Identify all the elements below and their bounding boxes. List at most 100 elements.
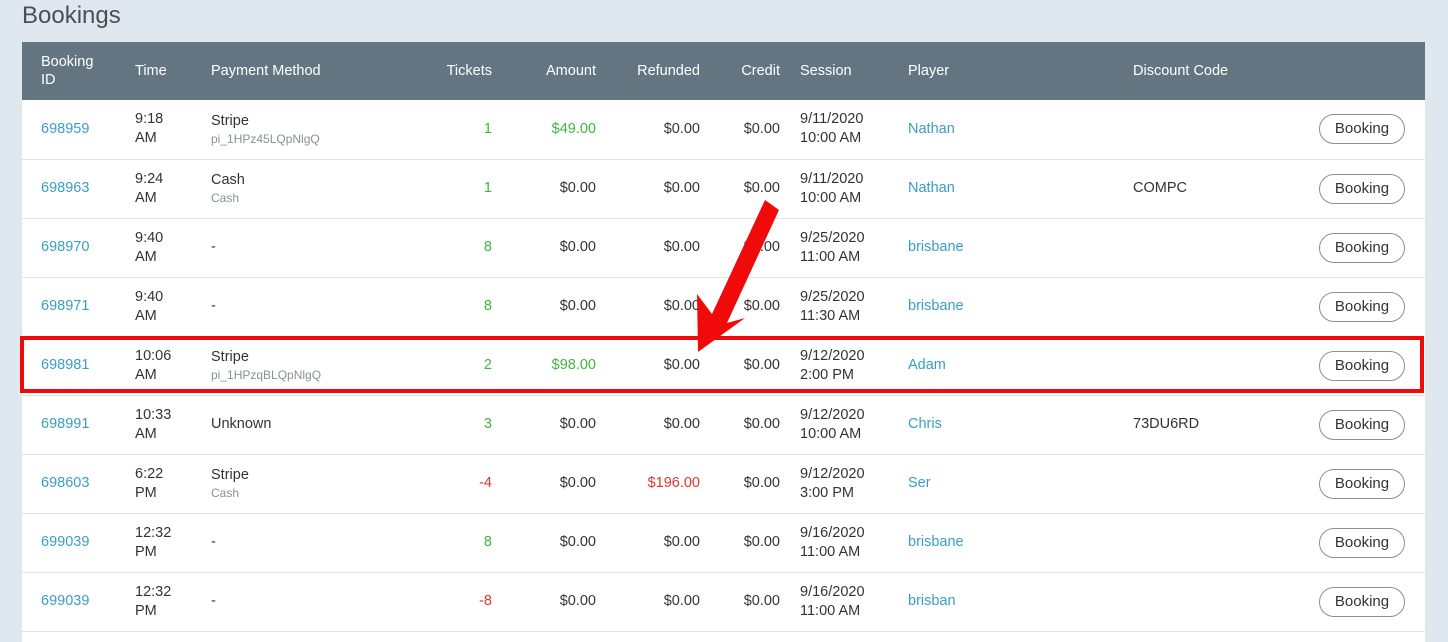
payment-method-detail: pi_1HPzqBLQpNlgQ — [211, 368, 322, 382]
bookings-table-container: Booking ID Time Payment Method Tickets A… — [22, 42, 1425, 642]
refunded-value: $0.00 — [663, 298, 700, 314]
booking-time: 12:32 PM — [135, 524, 172, 560]
booking-time: 9:18 AM — [135, 111, 164, 147]
header-player[interactable]: Player — [887, 42, 1117, 100]
table-row: 698971 9:40 AM - 8 $0.00 $0.00 $0.00 9/25… — [22, 277, 1425, 336]
row-actions: Booking — [1257, 454, 1425, 513]
credit-value: $0.00 — [743, 180, 780, 196]
session-datetime: 9/16/2020 11:00 AM — [800, 583, 865, 619]
booking-id-link[interactable]: 699039 — [22, 513, 135, 572]
header-amount[interactable]: Amount — [492, 42, 596, 100]
amount-value: $0.00 — [559, 534, 596, 550]
row-actions: Booking — [1257, 336, 1425, 395]
booking-button[interactable]: Booking — [1319, 527, 1406, 558]
session-datetime: 9/12/2020 2:00 PM — [800, 347, 865, 383]
booking-id-link[interactable]: 698959 — [22, 100, 135, 159]
booking-time: 9:40 AM — [135, 288, 164, 324]
header-credit[interactable]: Credit — [700, 42, 780, 100]
player-link[interactable]: Nathan — [887, 159, 1117, 218]
session-datetime: 9/12/2020 10:00 AM — [800, 406, 865, 442]
row-actions: Booking — [1257, 572, 1425, 631]
payment-method: - — [211, 534, 216, 550]
amount-value: $0.00 — [559, 180, 596, 196]
booking-id-link[interactable]: 698963 — [22, 159, 135, 218]
booking-button[interactable]: Booking — [1319, 468, 1406, 499]
amount-value: $0.00 — [559, 416, 596, 432]
booking-time: 9:24 AM — [135, 170, 164, 206]
discount-code — [1117, 454, 1257, 513]
credit-value: $0.00 — [743, 298, 780, 314]
payment-method-detail: Cash — [211, 486, 240, 500]
session-datetime: 9/25/2020 11:00 AM — [800, 229, 865, 265]
booking-button[interactable]: Booking — [1319, 350, 1406, 381]
tickets-count: -8 — [479, 593, 492, 609]
player-link[interactable]: Nathan — [887, 100, 1117, 159]
discount-code: 73DU6RD — [1133, 416, 1200, 432]
booking-button[interactable]: Booking — [1319, 291, 1406, 322]
credit-value: $0.00 — [743, 120, 780, 137]
session-datetime: 9/11/2020 10:00 AM — [800, 111, 864, 147]
tickets-count: -4 — [479, 475, 492, 491]
payment-method: Stripe pi_1HPz45LQpNlgQ — [211, 100, 401, 159]
header-booking-id[interactable]: Booking ID — [22, 42, 135, 100]
amount-value: $0.00 — [559, 475, 596, 491]
player-link[interactable]: brisbane — [887, 218, 1117, 277]
table-row: 698603 6:22 PM Stripe Cash -4 $0.00 $196.0… — [22, 454, 1425, 513]
payment-method: Stripe Cash — [211, 454, 401, 513]
booking-id-link[interactable]: 698971 — [22, 277, 135, 336]
credit-value: $0.00 — [743, 239, 780, 255]
table-row: 698963 9:24 AM Cash Cash 1 $0.00 $0.00 $0.… — [22, 159, 1425, 218]
refunded-value: $0.00 — [663, 239, 700, 255]
player-link[interactable]: Chris — [887, 395, 1117, 454]
payment-method-detail: Cash — [211, 191, 240, 205]
refunded-value: $0.00 — [663, 180, 700, 196]
table-row: 699039 12:32 PM - -8 $0.00 $0.00 $0.00 9/… — [22, 572, 1425, 631]
row-actions: Booking — [1257, 218, 1425, 277]
header-discount-code[interactable]: Discount Code — [1117, 42, 1425, 100]
amount-value: $0.00 — [559, 298, 596, 314]
header-time[interactable]: Time — [135, 42, 211, 100]
amount-value: $49.00 — [551, 120, 596, 137]
row-actions: Booking — [1257, 513, 1425, 572]
tickets-count: 8 — [483, 239, 492, 255]
discount-code — [1117, 572, 1257, 631]
booking-button[interactable]: Booking — [1319, 409, 1406, 440]
player-link[interactable]: Ser — [887, 454, 1117, 513]
table-header-row: Booking ID Time Payment Method Tickets A… — [22, 42, 1425, 100]
booking-time: 6:22 PM — [135, 465, 164, 501]
booking-button[interactable]: Booking — [1319, 114, 1406, 145]
table-row: 699039 12:32 PM - 8 $0.00 $0.00 $0.00 9/1… — [22, 513, 1425, 572]
row-actions: Booking — [1257, 277, 1425, 336]
tickets-count: 2 — [483, 357, 492, 373]
credit-value: $0.00 — [743, 416, 780, 432]
amount-value: $98.00 — [551, 357, 596, 373]
header-tickets[interactable]: Tickets — [401, 42, 492, 100]
player-link[interactable]: brisbane — [887, 277, 1117, 336]
refunded-value: $0.00 — [663, 416, 700, 432]
session-datetime: 9/11/2020 10:00 AM — [800, 170, 864, 206]
player-link[interactable]: brisban — [887, 572, 1117, 631]
discount-code — [1117, 513, 1257, 572]
booking-button[interactable]: Booking — [1319, 232, 1406, 263]
player-link[interactable]: brisbane — [887, 513, 1117, 572]
tickets-count: 8 — [483, 534, 492, 550]
booking-button[interactable]: Booking — [1319, 173, 1406, 204]
booking-id-link[interactable]: 698603 — [22, 454, 135, 513]
booking-id-link[interactable]: 699039 — [22, 572, 135, 631]
payment-method: Cash Cash — [211, 159, 401, 218]
booking-id-link[interactable]: 698991 — [22, 395, 135, 454]
row-actions: Booking — [1257, 395, 1425, 454]
header-payment-method[interactable]: Payment Method — [211, 42, 401, 100]
booking-id-link[interactable]: 698970 — [22, 218, 135, 277]
booking-button[interactable]: Booking — [1319, 586, 1406, 617]
discount-code: COMPC — [1133, 180, 1187, 196]
refunded-value: $196.00 — [647, 475, 700, 491]
booking-id-link[interactable]: 698981 — [22, 336, 135, 395]
payment-method: Stripe pi_1HPzqBLQpNlgQ — [211, 336, 401, 395]
row-actions: Booking — [1257, 100, 1425, 159]
player-link[interactable]: Adam — [887, 336, 1117, 395]
session-datetime: 9/12/2020 3:00 PM — [800, 465, 865, 501]
tickets-count: 1 — [483, 120, 492, 137]
header-session[interactable]: Session — [780, 42, 887, 100]
header-refunded[interactable]: Refunded — [596, 42, 700, 100]
